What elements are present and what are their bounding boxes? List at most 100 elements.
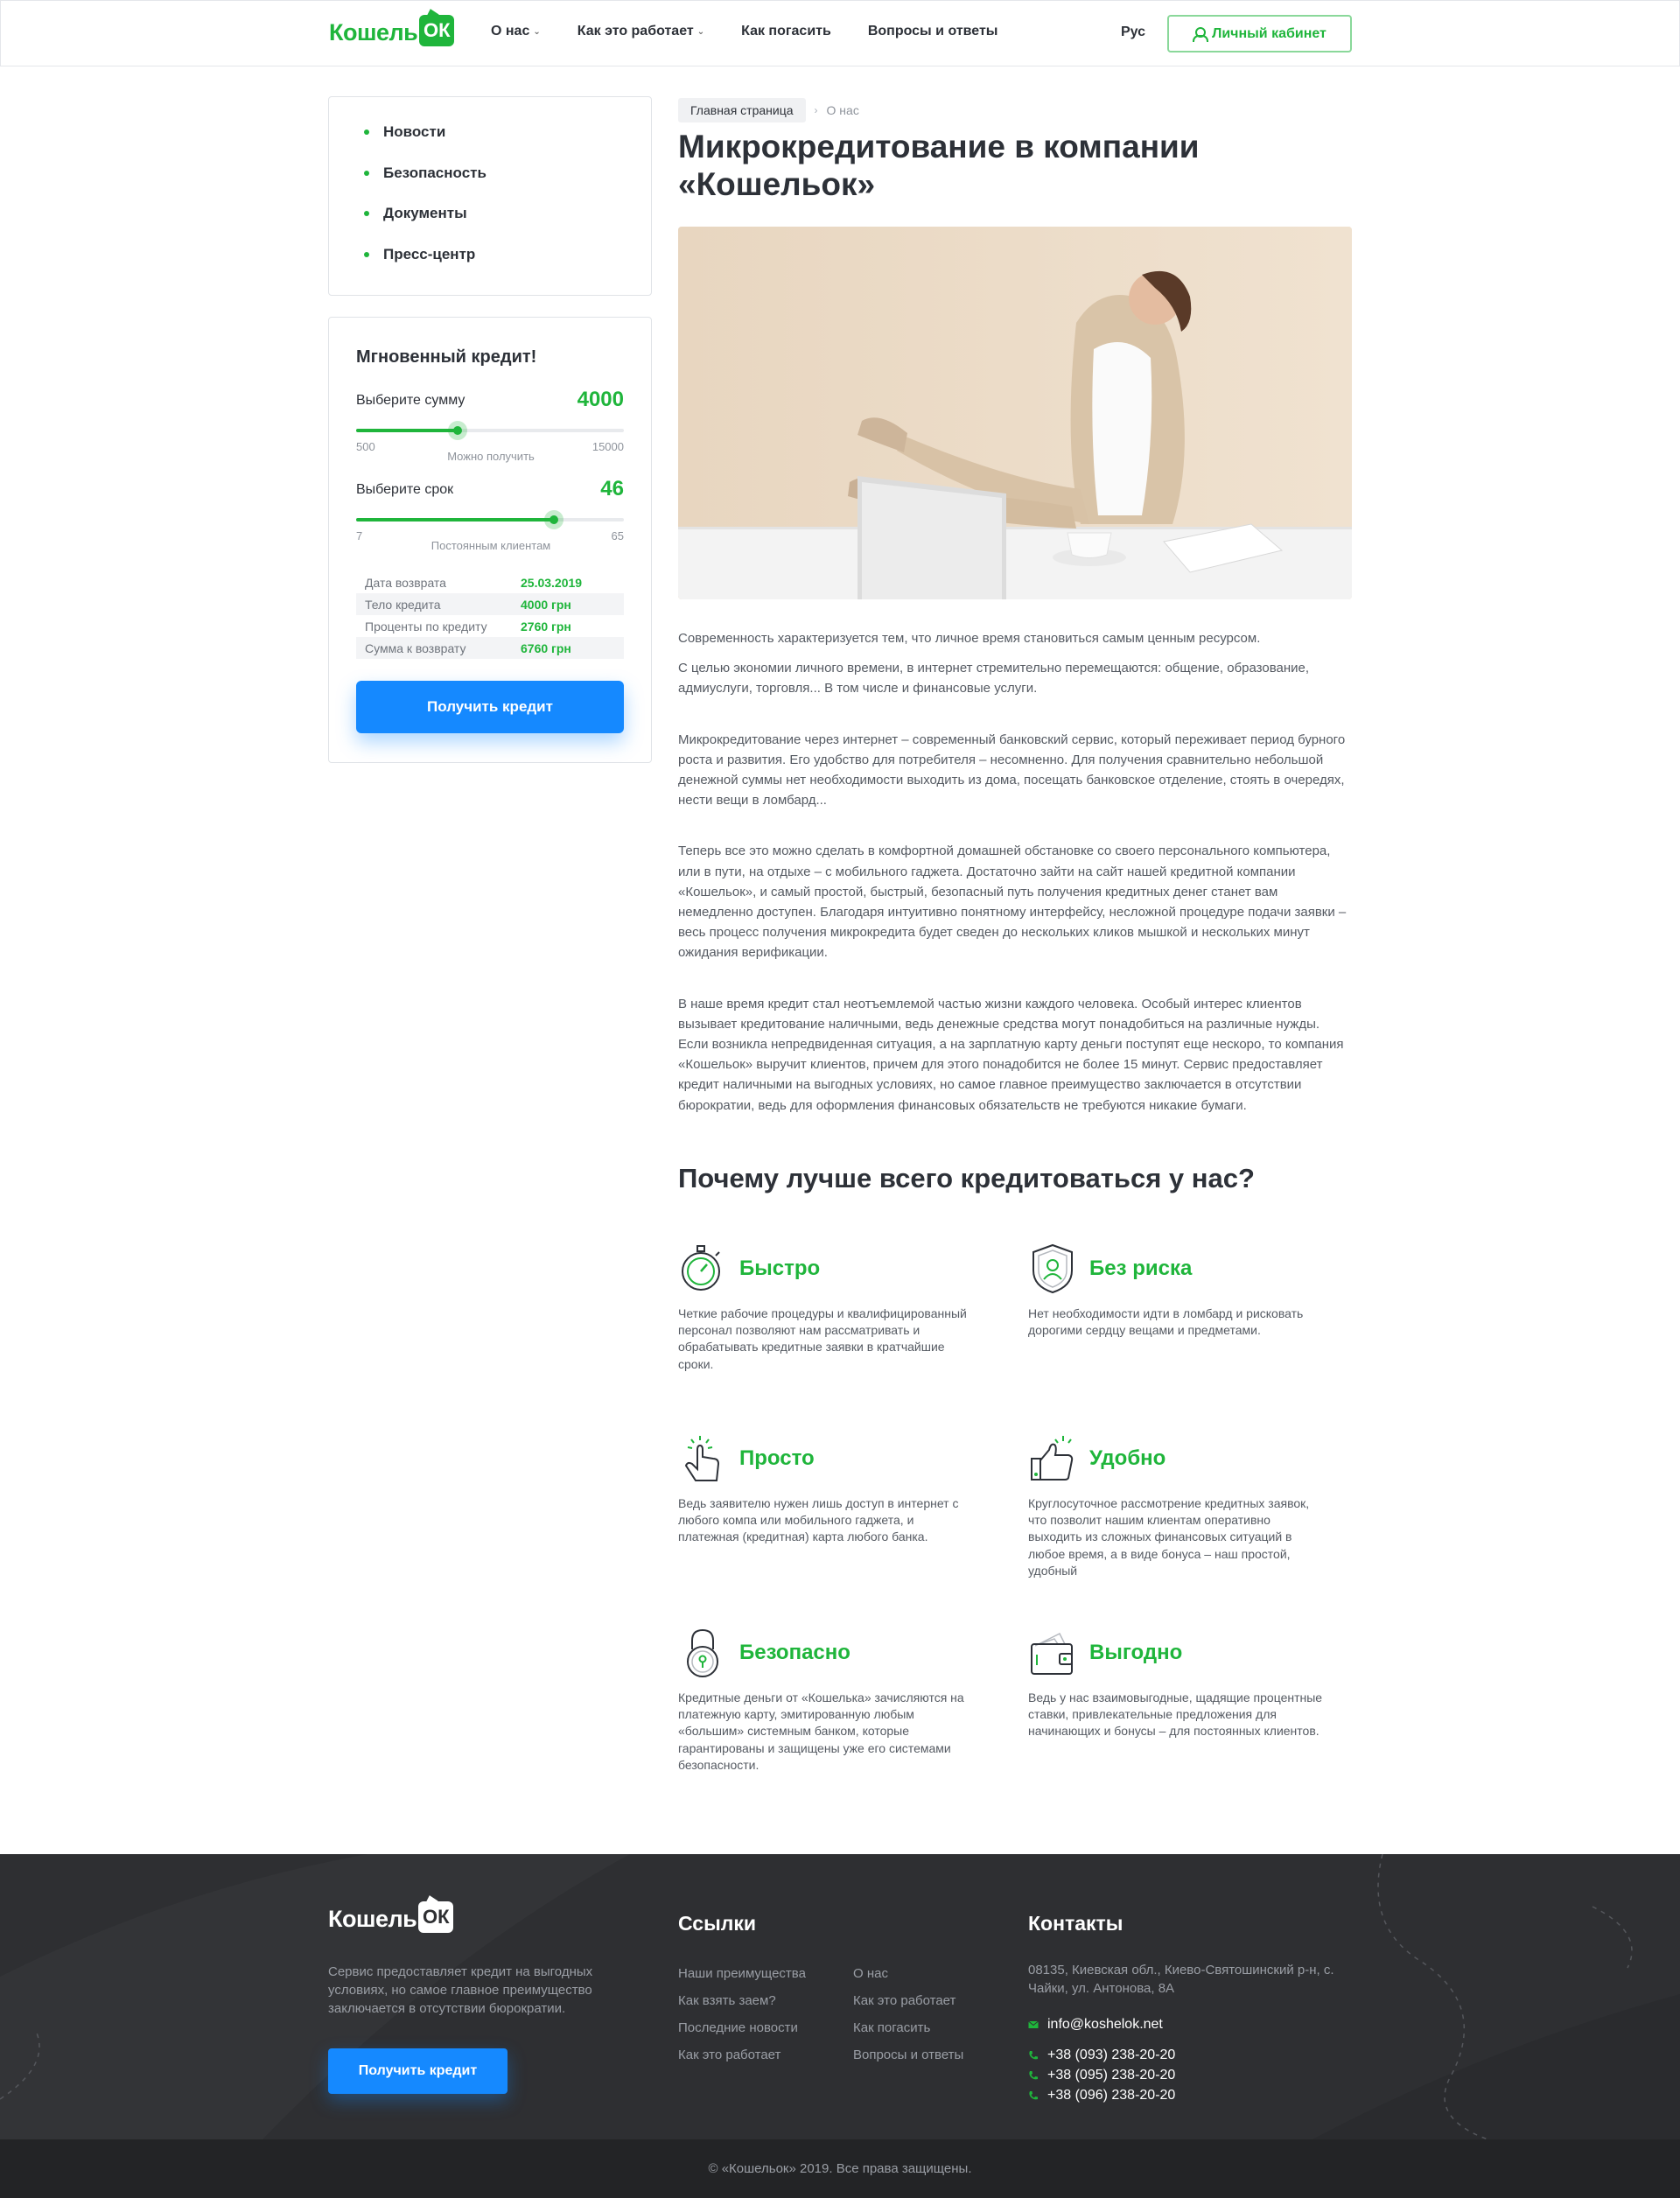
summary-value: 4000 грн <box>521 597 571 612</box>
feature-text: Кредитные деньги от «Кошелька» зачисляют… <box>678 1690 964 1772</box>
nav-item-label: Как погасить <box>741 24 831 38</box>
thumbs-up-icon <box>1031 1436 1074 1480</box>
feature-no-risk: Без риска Нет необходимости идти в ломба… <box>1028 1242 1343 1339</box>
hero-image <box>678 227 1352 599</box>
sidebar-item-documents[interactable]: Документы <box>364 205 651 246</box>
term-slider[interactable] <box>356 510 624 529</box>
shield-user-icon <box>1032 1243 1073 1294</box>
summary-key: Тело кредита <box>365 597 441 612</box>
footer-link[interactable]: Как это работает <box>678 2048 806 2075</box>
calculator-title: Мгновенный кредит! <box>356 347 537 367</box>
feature-title: Безопасно <box>739 1641 850 1664</box>
footer-contacts-title: Контакты <box>1028 1912 1124 1935</box>
footer-about-text: Сервис предоставляет кредит на выгодных … <box>328 1964 593 2016</box>
nav-item-faq[interactable]: Вопросы и ответы <box>868 24 998 39</box>
footer-email[interactable]: info@koshelok.net <box>1028 2017 1163 2033</box>
chevron-down-icon: ⌄ <box>696 26 705 37</box>
sidebar-item-label: Новости <box>383 123 446 140</box>
footer-link[interactable]: Последние новости <box>678 2020 806 2048</box>
page-title: Микрокредитование в компании «Кошельок» <box>678 129 1200 202</box>
footer-logo[interactable]: Кошель ОК <box>328 1901 454 1935</box>
summary-key: Проценты по кредиту <box>365 619 487 634</box>
feature-convenient: Удобно Круглосуточное рассмотрение креди… <box>1028 1432 1343 1579</box>
article-paragraph: Теперь все это можно сделать в комфортно… <box>678 844 1347 961</box>
footer-link[interactable]: Как взять заем? <box>678 1993 806 2020</box>
feature-title: Без риска <box>1089 1256 1193 1280</box>
amount-slider-handle[interactable] <box>448 421 468 440</box>
footer-links-title: Ссылки <box>678 1912 757 1935</box>
footer-link[interactable]: Вопросы и ответы <box>853 2048 963 2075</box>
nav-item-label: Вопросы и ответы <box>867 24 998 38</box>
footer-phone[interactable]: +38 (096) 238-20-20 <box>1028 2088 1175 2104</box>
phone-text: +38 (093) 238-20-20 <box>1047 2048 1176 2062</box>
breadcrumb-current: О нас <box>826 103 859 117</box>
bullet-icon <box>364 130 369 135</box>
sidebar-item-press-center[interactable]: Пресс-центр <box>364 246 651 287</box>
breadcrumb-home-link[interactable]: Главная страница <box>678 98 806 122</box>
feature-profitable: Выгодно Ведь у нас взаимовыгодные, щадящ… <box>1028 1627 1343 1740</box>
feature-title: Выгодно <box>1089 1641 1183 1664</box>
padlock-icon <box>687 1628 718 1677</box>
sidebar-item-security[interactable]: Безопасность <box>364 164 651 206</box>
credit-calculator: Мгновенный кредит! Выберите сумму 4000 5… <box>328 317 652 763</box>
footer-links-column: Наши преимущества Как взять заем? Послед… <box>678 1966 806 2075</box>
footer-get-credit-button[interactable]: Получить кредит <box>328 2048 508 2094</box>
nav-item-how-it-works[interactable]: Как это работает ⌄ <box>578 24 704 39</box>
why-us-title: Почему лучше всего кредитоваться у нас? <box>678 1163 1255 1194</box>
footer-link[interactable]: О нас <box>853 1966 963 1993</box>
bullet-icon <box>364 211 369 216</box>
phone-icon <box>1029 2051 1038 2060</box>
logo-badge: ОК <box>418 1901 454 1933</box>
get-credit-button[interactable]: Получить кредит <box>356 681 624 733</box>
logo-badge: ОК <box>419 15 455 46</box>
language-switcher[interactable]: Рус <box>1121 24 1145 40</box>
summary-row: Тело кредита 4000 грн <box>356 593 624 615</box>
chevron-right-icon: › <box>814 104 818 116</box>
term-slider-handle[interactable] <box>544 510 564 529</box>
nav-item-repay[interactable]: Как погасить <box>741 24 831 39</box>
tap-hand-icon <box>684 1436 720 1481</box>
phone-text: +38 (095) 238-20-20 <box>1047 2068 1176 2082</box>
site-logo[interactable]: Кошель ОК <box>329 15 455 50</box>
phone-icon <box>1029 2091 1038 2100</box>
stopwatch-icon <box>682 1245 720 1291</box>
footer-phone[interactable]: +38 (093) 238-20-20 <box>1028 2048 1175 2063</box>
summary-row: Проценты по кредиту 2760 грн <box>356 615 624 637</box>
feature-fast: Быстро Четкие рабочие процедуры и квалиф… <box>678 1242 993 1373</box>
user-icon <box>1193 27 1209 42</box>
footer-link[interactable]: Как это работает <box>853 1993 963 2020</box>
feature-text: Нет необходимости идти в ломбард и риско… <box>1028 1306 1304 1338</box>
cabinet-label: Личный кабинет <box>1212 25 1326 41</box>
feature-simple: Просто Ведь заявителю нужен лишь доступ … <box>678 1432 993 1546</box>
footer-phone[interactable]: +38 (095) 238-20-20 <box>1028 2068 1175 2083</box>
breadcrumb: Главная страница › О нас <box>678 98 859 122</box>
summary-value: 6760 грн <box>521 640 571 655</box>
amount-slider-fill <box>356 429 458 432</box>
footer-copyright: © «Кошельок» 2019. Все права защищены. <box>0 2139 1680 2198</box>
feature-text: Круглосуточное рассмотрение кредитных за… <box>1028 1496 1310 1578</box>
nav-item-about[interactable]: О нас ⌄ <box>491 24 541 39</box>
amount-slider[interactable] <box>356 421 624 440</box>
article-body: Современность характеризуется тем, что л… <box>678 628 1352 1125</box>
amount-value: 4000 <box>577 388 624 411</box>
site-footer: Кошель ОК Сервис предоставляет кредит на… <box>0 1854 1680 2139</box>
personal-cabinet-button[interactable]: Личный кабинет <box>1167 15 1352 52</box>
feature-text: Четкие рабочие процедуры и квалифицирова… <box>678 1306 967 1371</box>
sidebar-item-news[interactable]: Новости <box>364 123 651 164</box>
sidebar-item-label: Пресс-центр <box>383 245 476 262</box>
phone-text: +38 (096) 238-20-20 <box>1047 2088 1176 2103</box>
logo-text: Кошель <box>328 1905 417 1932</box>
chevron-down-icon: ⌄ <box>533 26 541 37</box>
phone-icon <box>1029 2071 1038 2080</box>
feature-safe: Безопасно Кредитные деньги от «Кошелька»… <box>678 1627 993 1774</box>
footer-link[interactable]: Как погасить <box>853 2020 963 2048</box>
feature-text: Ведь у нас взаимовыгодные, щадящие проце… <box>1028 1690 1323 1739</box>
amount-hint: Можно получить <box>447 450 535 463</box>
article-paragraph: С целью экономии личного времени, в инте… <box>678 661 1310 696</box>
term-hint: Постоянным клиентам <box>430 539 551 552</box>
summary-row: Дата возврата 25.03.2019 <box>356 571 624 593</box>
feature-text: Ведь заявителю нужен лишь доступ в интер… <box>678 1496 959 1544</box>
footer-background-pattern <box>0 1854 1680 2139</box>
article-paragraph: В наше время кредит стал неотъемлемой ча… <box>678 996 1344 1113</box>
footer-link[interactable]: Наши преимущества <box>678 1966 806 1993</box>
